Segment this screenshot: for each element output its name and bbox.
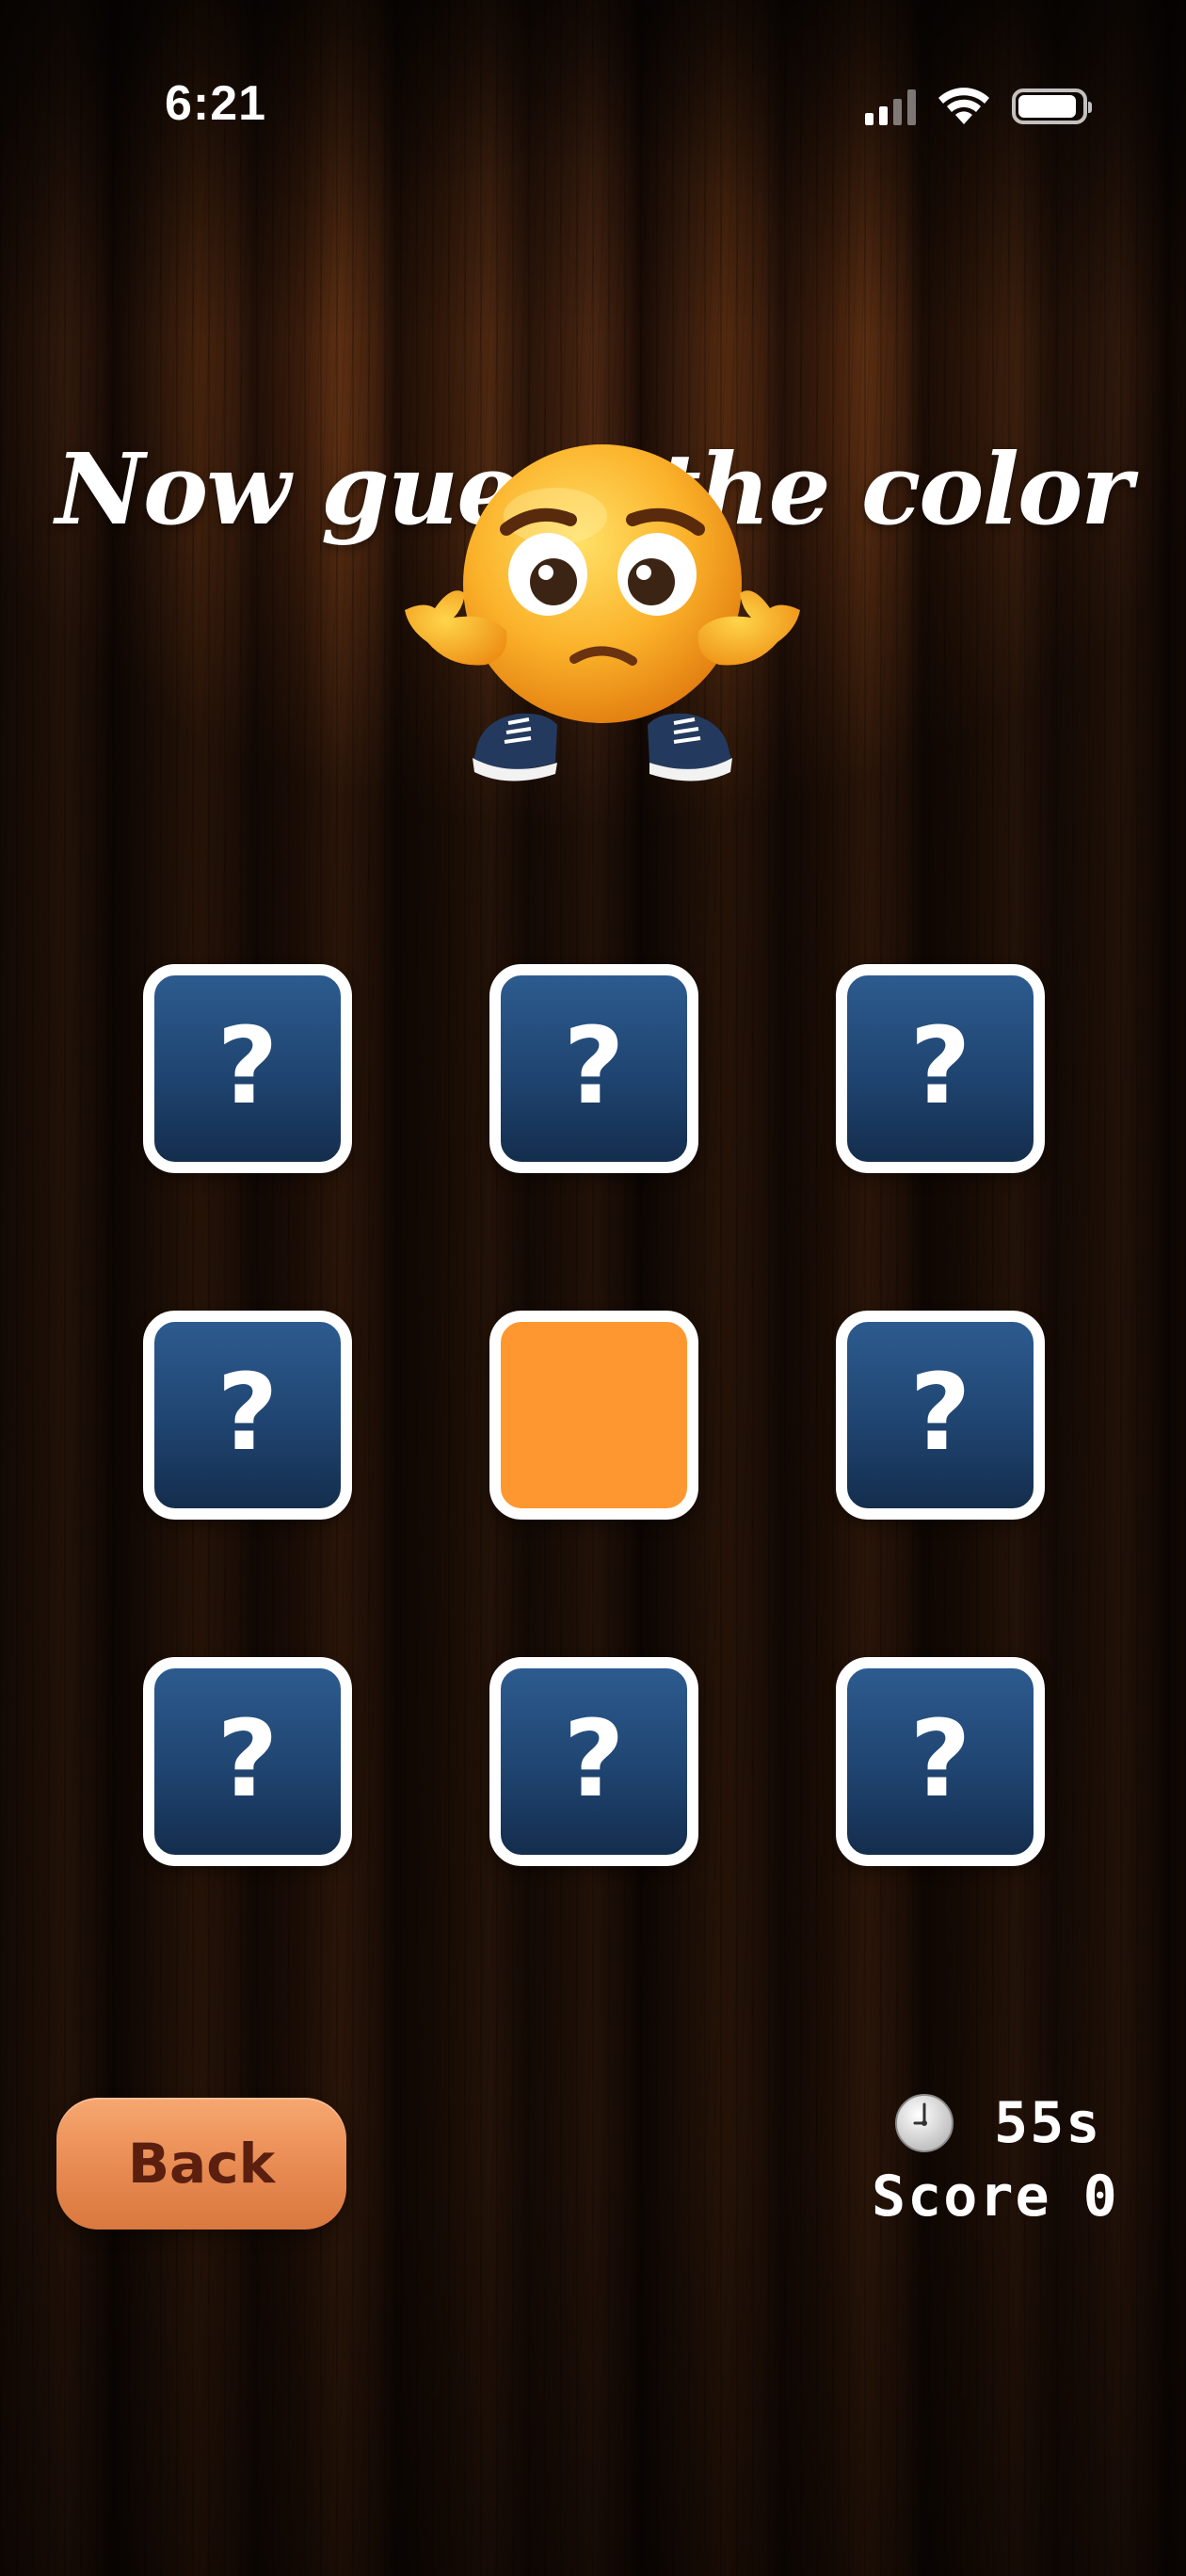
- revealed-color-tile[interactable]: [489, 1311, 698, 1520]
- shrugging-emoji-mascot-icon: [405, 444, 800, 781]
- score-label: Score: [872, 2164, 1051, 2230]
- color-tile[interactable]: ?: [143, 1311, 352, 1520]
- question-mark: ?: [216, 1006, 279, 1128]
- question-mark: ?: [563, 1699, 625, 1821]
- question-mark: ?: [216, 1352, 279, 1474]
- clock-icon: [895, 2094, 954, 2152]
- question-mark: ?: [563, 1006, 625, 1128]
- color-tile-grid: ? ? ? ? ? ? ? ?: [143, 964, 1045, 1866]
- question-mark: ?: [909, 1006, 971, 1128]
- battery-icon: [1012, 89, 1092, 124]
- score: Score 0: [872, 2164, 1119, 2230]
- back-button[interactable]: Back: [56, 2098, 346, 2230]
- status-time: 6:21: [165, 76, 267, 131]
- color-tile[interactable]: ?: [836, 1311, 1045, 1520]
- question-mark: ?: [909, 1352, 971, 1474]
- color-tile[interactable]: ?: [143, 1657, 352, 1866]
- color-tile[interactable]: ?: [489, 1657, 698, 1866]
- color-tile[interactable]: ?: [143, 964, 352, 1173]
- color-tile[interactable]: ?: [836, 1657, 1045, 1866]
- question-mark: ?: [909, 1699, 971, 1821]
- cellular-signal-icon: [865, 88, 916, 125]
- timer-value: 55s: [994, 2090, 1102, 2156]
- timer: 55s: [894, 2090, 1101, 2156]
- status-icons: [865, 87, 1092, 126]
- color-tile[interactable]: ?: [489, 964, 698, 1173]
- score-value: 0: [1082, 2164, 1119, 2230]
- question-mark: ?: [216, 1699, 279, 1821]
- color-tile[interactable]: ?: [836, 964, 1045, 1173]
- wifi-icon: [938, 88, 989, 124]
